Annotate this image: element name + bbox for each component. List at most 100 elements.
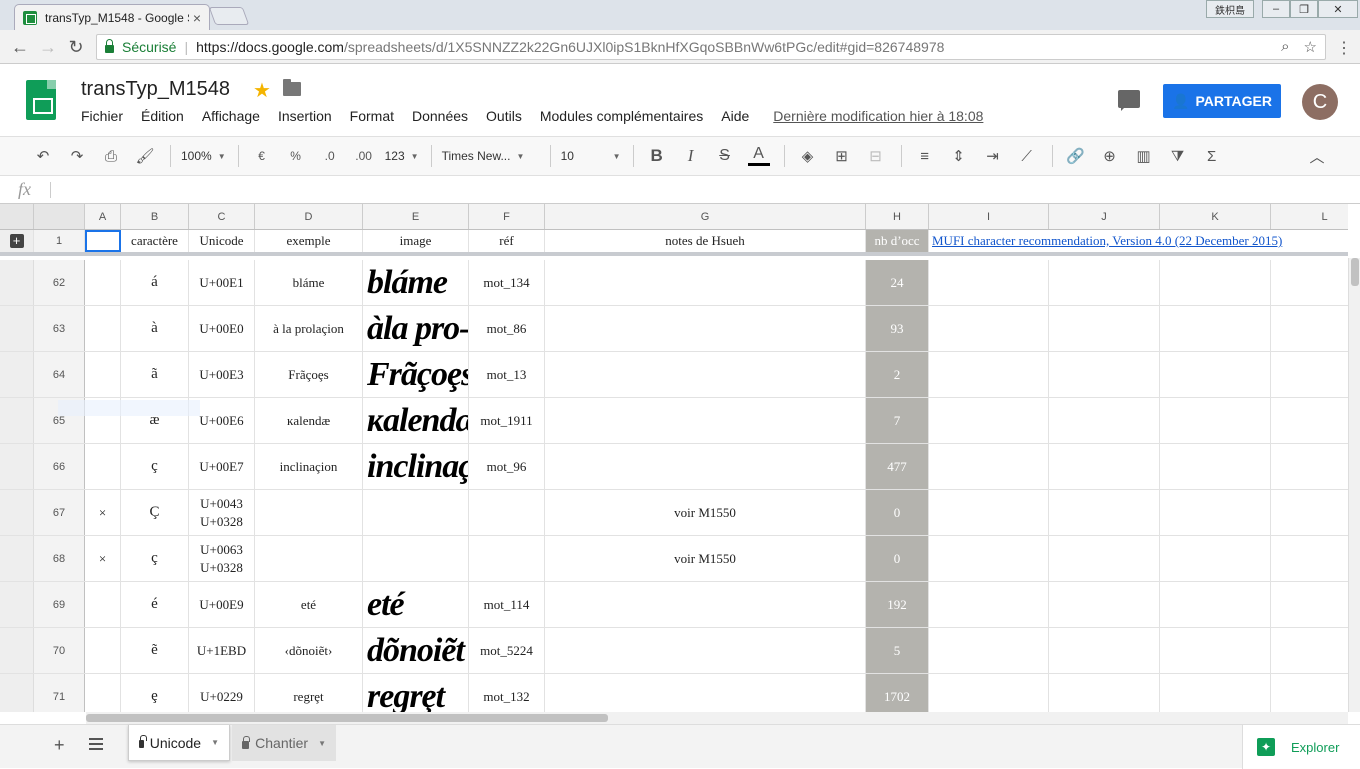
comments-icon[interactable] xyxy=(1118,90,1140,111)
cell-image-word[interactable]: ĸalendæ xyxy=(363,398,469,443)
cell-notes[interactable] xyxy=(545,628,866,673)
row-number[interactable]: 71 xyxy=(34,674,85,712)
cell-empty[interactable] xyxy=(929,628,1049,673)
horizontal-align-icon[interactable]: ≡ xyxy=(912,143,938,169)
cell-unicode[interactable]: U+00E1 xyxy=(189,260,255,305)
cell-caractere[interactable]: Ç xyxy=(121,490,189,535)
star-icon[interactable]: ★ xyxy=(253,78,271,103)
cell-empty[interactable] xyxy=(1160,674,1271,712)
cell-ref[interactable] xyxy=(469,536,545,581)
cell-empty[interactable] xyxy=(929,306,1049,351)
cell-empty[interactable] xyxy=(1271,444,1348,489)
cell-empty[interactable] xyxy=(1271,582,1348,627)
cell-empty[interactable] xyxy=(1049,260,1160,305)
cell-notes[interactable] xyxy=(545,398,866,443)
cell-exemple[interactable]: inclinaçion xyxy=(255,444,363,489)
cell-empty[interactable] xyxy=(929,444,1049,489)
fill-color-icon[interactable]: ◈ xyxy=(795,143,821,169)
cell-notes[interactable] xyxy=(545,260,866,305)
paint-format-icon[interactable]: 🖌 xyxy=(132,143,158,169)
document-title[interactable]: transTyp_M1548 xyxy=(81,78,230,101)
insert-link-icon[interactable]: 🔗 xyxy=(1063,143,1089,169)
cell-image-word[interactable]: Frãçoȩs xyxy=(363,352,469,397)
menu-format[interactable]: Format xyxy=(350,108,394,124)
column-header-h[interactable]: H xyxy=(866,204,929,229)
cell-notes[interactable] xyxy=(545,306,866,351)
zoom-select[interactable]: 100% ▼ xyxy=(181,149,226,163)
sheet-tab-chantier[interactable]: Chantier ▼ xyxy=(232,725,336,761)
header-notes[interactable]: notes de Hsueh xyxy=(545,230,866,252)
bold-button[interactable]: B xyxy=(644,143,670,169)
cell-empty[interactable] xyxy=(1049,674,1160,712)
undo-icon[interactable]: ↶ xyxy=(30,143,56,169)
merge-cells-icon[interactable]: ⊟ xyxy=(863,143,889,169)
cell-image-word[interactable]: dõnoiẽt xyxy=(363,628,469,673)
cell-exemple[interactable]: bláme xyxy=(255,260,363,305)
cell-ref[interactable]: mot_5224 xyxy=(469,628,545,673)
chevron-down-icon[interactable]: ▼ xyxy=(211,738,219,747)
last-modified-link[interactable]: Dernière modification hier à 18:08 xyxy=(773,108,983,124)
cell-empty[interactable] xyxy=(1049,536,1160,581)
cell-excluded-mark[interactable] xyxy=(85,444,121,489)
insert-comment-icon[interactable]: ⊕ xyxy=(1097,143,1123,169)
cell-empty[interactable] xyxy=(929,398,1049,443)
cell-empty[interactable] xyxy=(1160,352,1271,397)
cell-ref[interactable]: mot_132 xyxy=(469,674,545,712)
browser-tab[interactable]: transTyp_M1548 - Google S × xyxy=(14,4,210,30)
cell-empty[interactable] xyxy=(1271,306,1348,351)
italic-button[interactable]: I xyxy=(678,143,704,169)
horizontal-scrollbar[interactable] xyxy=(86,712,1348,724)
row-number[interactable]: 64 xyxy=(34,352,85,397)
cell-empty[interactable] xyxy=(1160,582,1271,627)
cell-exemple[interactable]: Frãçoȩs xyxy=(255,352,363,397)
expand-row-group-button[interactable]: + xyxy=(0,230,34,252)
menu-edition[interactable]: Édition xyxy=(141,108,184,124)
cell-nbocc[interactable]: 7 xyxy=(866,398,929,443)
sheets-logo-icon[interactable] xyxy=(26,80,56,120)
cell-unicode[interactable]: U+00E7 xyxy=(189,444,255,489)
cell-empty[interactable] xyxy=(1271,674,1348,712)
column-header-e[interactable]: E xyxy=(363,204,469,229)
cell-ref[interactable]: mot_13 xyxy=(469,352,545,397)
cell-nbocc[interactable]: 24 xyxy=(866,260,929,305)
cell-caractere[interactable]: é xyxy=(121,582,189,627)
cell-excluded-mark[interactable] xyxy=(85,674,121,712)
cell-ref[interactable]: mot_86 xyxy=(469,306,545,351)
horizontal-scroll-thumb[interactable] xyxy=(86,714,608,722)
borders-icon[interactable]: ⊞ xyxy=(829,143,855,169)
cell-image-word[interactable] xyxy=(363,490,469,535)
cell-unicode[interactable]: U+0063 U+0328 xyxy=(189,536,255,581)
cell-caractere[interactable]: ẽ xyxy=(121,628,189,673)
selected-cell-a1[interactable] xyxy=(85,230,121,252)
cell-empty[interactable] xyxy=(1049,582,1160,627)
cell-exemple[interactable]: à la prolaçion xyxy=(255,306,363,351)
functions-button[interactable]: Σ xyxy=(1199,143,1225,169)
column-header-b[interactable]: B xyxy=(121,204,189,229)
close-tab-icon[interactable]: × xyxy=(193,10,201,26)
cell-empty[interactable] xyxy=(1049,628,1160,673)
column-header-c[interactable]: C xyxy=(189,204,255,229)
row-number[interactable]: 69 xyxy=(34,582,85,627)
corner-cell[interactable] xyxy=(0,204,34,229)
close-window-button[interactable]: ✕ xyxy=(1318,0,1358,18)
cell-empty[interactable] xyxy=(1160,444,1271,489)
cell-empty[interactable] xyxy=(1160,398,1271,443)
cell-caractere[interactable]: ç xyxy=(121,444,189,489)
cell-empty[interactable] xyxy=(929,536,1049,581)
zoom-search-icon[interactable]: ⌕ xyxy=(1281,38,1289,56)
cell-empty[interactable] xyxy=(1049,352,1160,397)
reload-icon[interactable]: ↻ xyxy=(64,36,88,58)
print-icon[interactable]: ⎙ xyxy=(98,143,124,169)
menu-affichage[interactable]: Affichage xyxy=(202,108,260,124)
url-bar[interactable]: Sécurisé | https://docs.google.com /spre… xyxy=(96,34,1326,60)
cell-image-word[interactable]: regrȩt xyxy=(363,674,469,712)
cell-unicode[interactable]: U+00E9 xyxy=(189,582,255,627)
insert-chart-icon[interactable]: ▥ xyxy=(1131,143,1157,169)
decrease-decimals-button[interactable]: .0 xyxy=(317,143,343,169)
percent-format-button[interactable]: % xyxy=(283,143,309,169)
cell-empty[interactable] xyxy=(1271,628,1348,673)
cell-notes[interactable] xyxy=(545,352,866,397)
menu-insertion[interactable]: Insertion xyxy=(278,108,332,124)
header-caractere[interactable]: caractère xyxy=(121,230,189,252)
redo-icon[interactable]: ↷ xyxy=(64,143,90,169)
